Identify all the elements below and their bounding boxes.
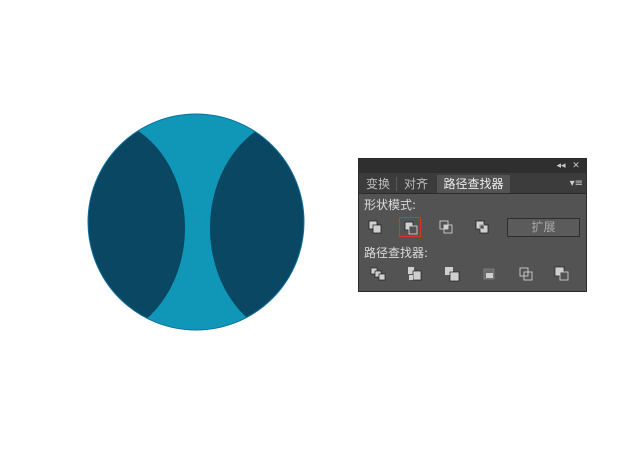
pathfinder-panel: ◂◂ ✕ 变换 对齐 路径查找器 ▾≡ 形状模式: 扩展 路径查找器: xyxy=(358,158,587,292)
outline-button[interactable] xyxy=(515,264,537,284)
merge-icon xyxy=(445,267,460,282)
divide-button[interactable] xyxy=(367,264,389,284)
left-dark-segment[interactable] xyxy=(0,116,185,340)
tab-transform[interactable]: 变换 xyxy=(361,175,395,193)
unite-icon xyxy=(368,220,382,234)
minus-back-button[interactable] xyxy=(551,264,573,284)
unite-button[interactable] xyxy=(364,217,386,237)
minus-back-icon xyxy=(554,266,569,281)
tab-divider xyxy=(396,177,397,191)
crop-button[interactable] xyxy=(478,264,500,284)
expand-button[interactable]: 扩展 xyxy=(507,218,580,237)
crop-icon xyxy=(483,268,495,280)
exclude-button[interactable] xyxy=(471,217,493,237)
pathfinders-label: 路径查找器: xyxy=(364,246,429,260)
trim-button[interactable] xyxy=(404,264,426,284)
divide-icon xyxy=(370,267,386,281)
tab-align[interactable]: 对齐 xyxy=(398,175,434,193)
collapse-panel-icon[interactable]: ◂◂ xyxy=(554,159,568,173)
intersect-button[interactable] xyxy=(435,217,457,237)
minus-front-icon xyxy=(404,221,418,235)
outline-icon xyxy=(519,267,533,281)
exclude-icon xyxy=(475,220,489,234)
minus-front-button[interactable] xyxy=(399,217,421,237)
panel-tabbar: 变换 对齐 路径查找器 ▾≡ xyxy=(359,173,586,194)
tab-pathfinder[interactable]: 路径查找器 xyxy=(437,175,510,193)
artwork-circle[interactable] xyxy=(0,113,394,340)
panel-titlebar[interactable]: ◂◂ ✕ xyxy=(359,159,586,173)
intersect-icon xyxy=(439,220,453,234)
trim-icon xyxy=(408,267,422,281)
shape-modes-label: 形状模式: xyxy=(364,198,417,212)
close-panel-icon[interactable]: ✕ xyxy=(569,159,583,173)
merge-button[interactable] xyxy=(441,264,463,284)
center-point xyxy=(194,220,198,224)
panel-menu-icon[interactable]: ▾≡ xyxy=(570,175,583,193)
